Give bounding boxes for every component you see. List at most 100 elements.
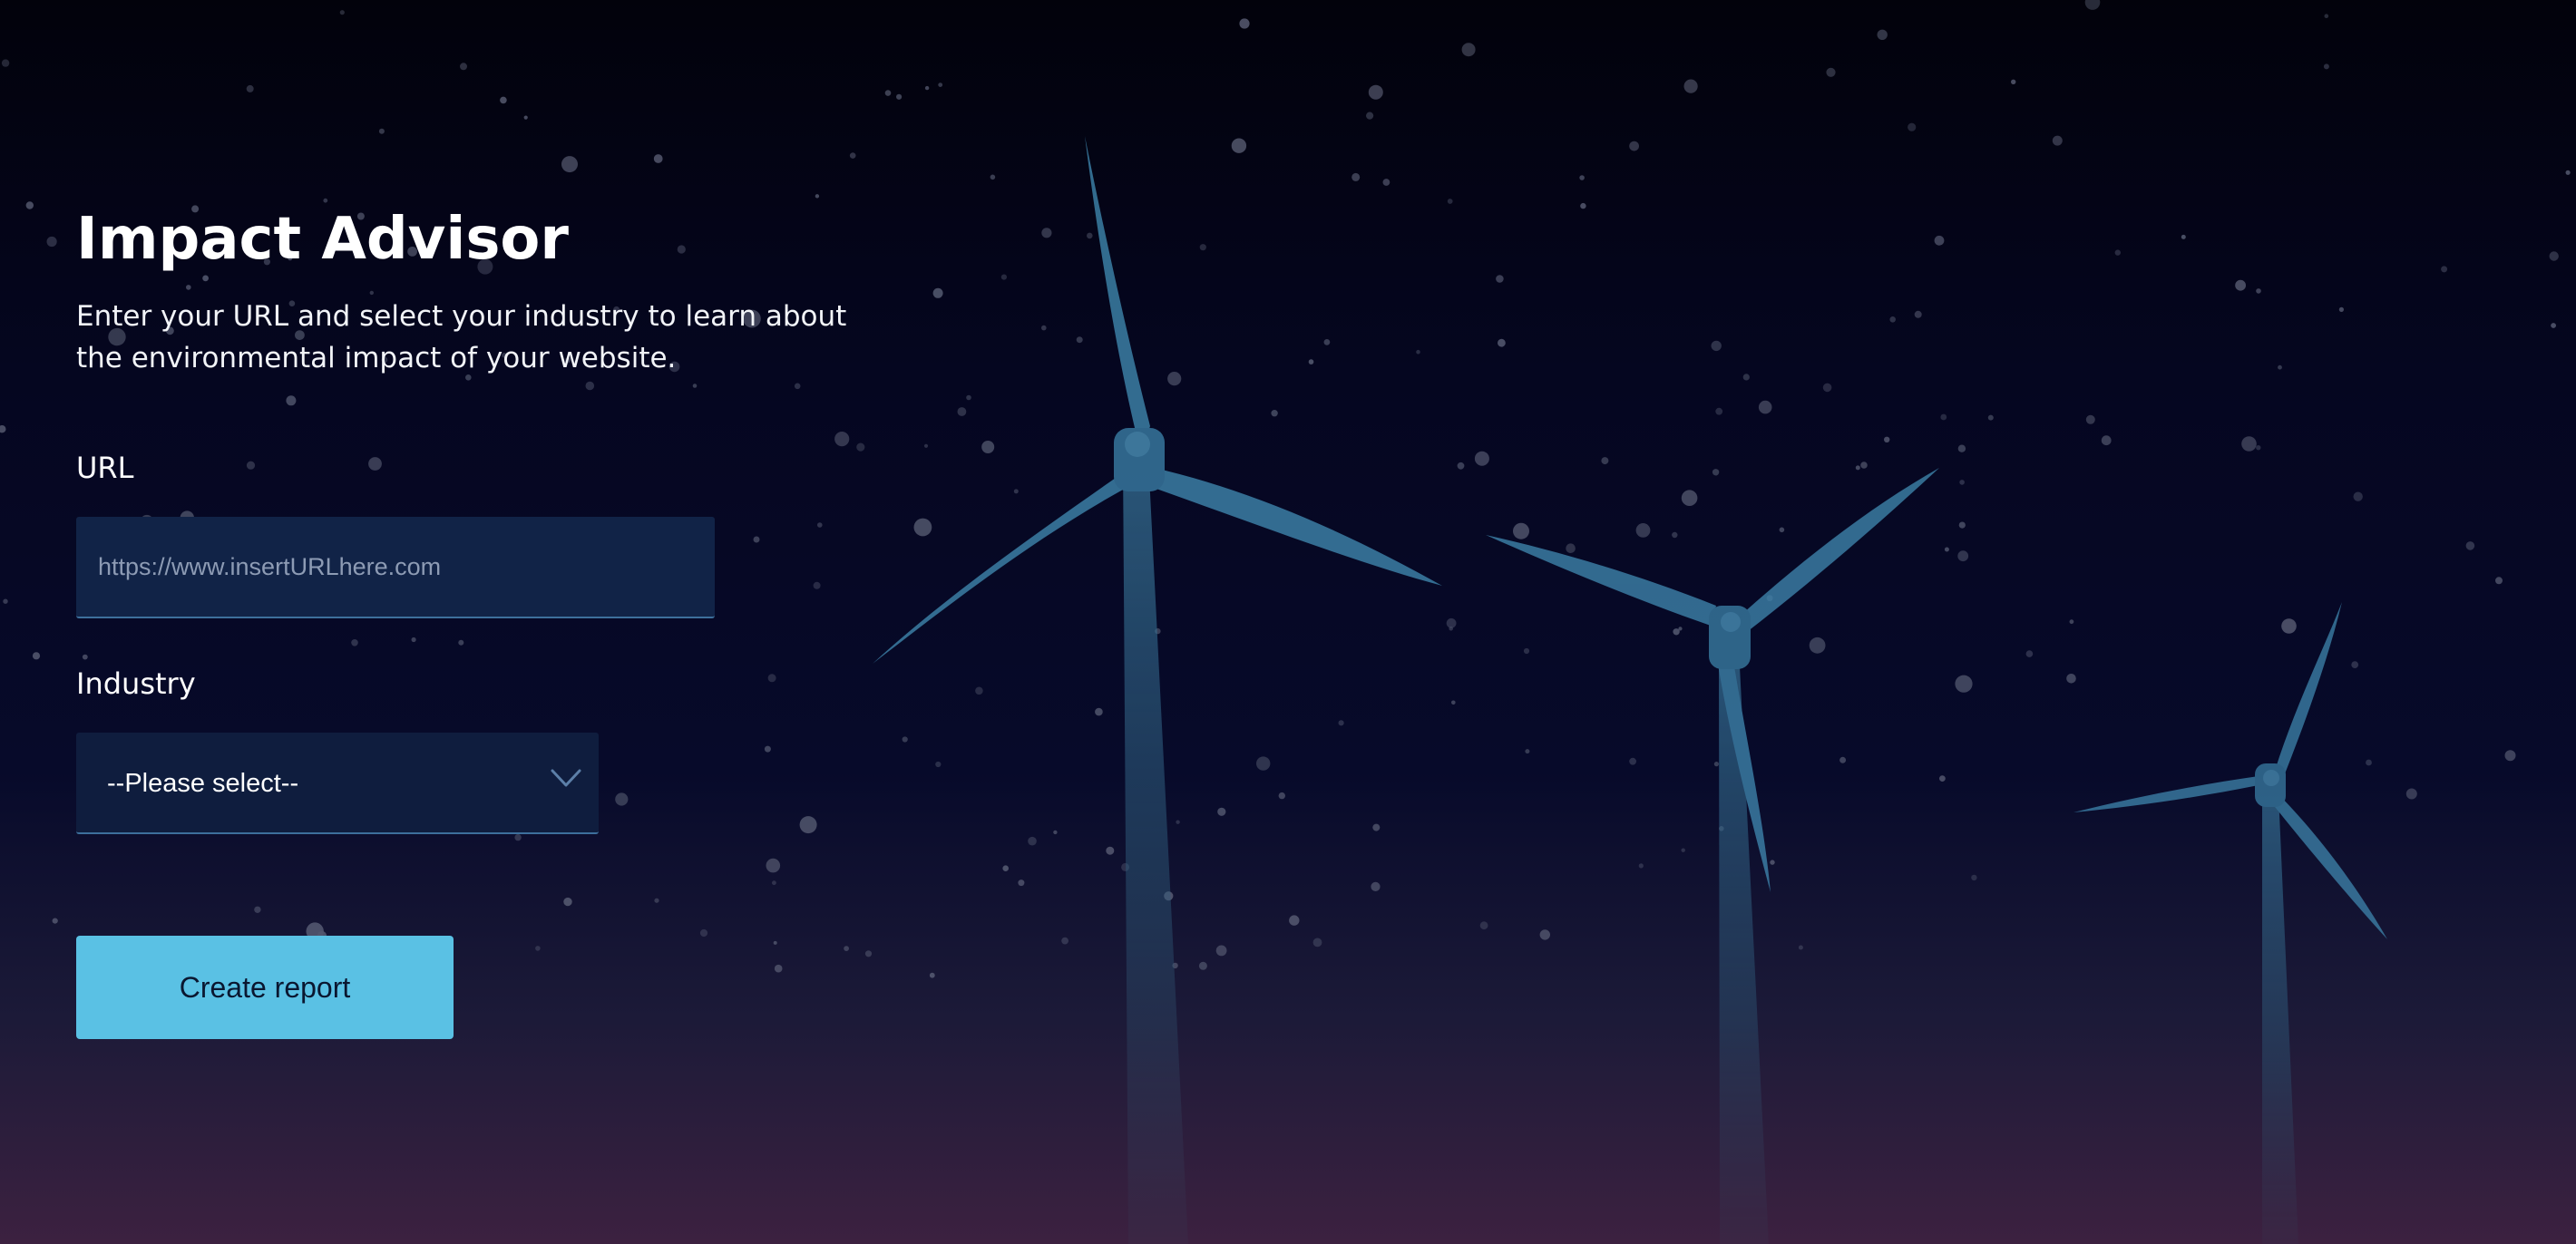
star [46,236,57,248]
star [1957,550,1969,562]
star [615,792,629,806]
star [1955,675,1973,693]
turbine-right [2073,602,2387,1244]
star [2353,491,2363,501]
star [794,383,801,390]
star [653,154,663,163]
star [1371,881,1381,892]
star [1106,846,1115,855]
star [772,880,776,886]
star [458,639,464,646]
star [2504,750,2516,762]
star [990,174,996,180]
star [1002,865,1009,871]
star [1061,937,1068,945]
star [699,928,708,938]
star [1351,172,1361,181]
star [1971,874,1977,881]
star [1712,469,1720,476]
star [1513,522,1529,539]
star [1681,848,1685,852]
star [2278,364,2282,370]
star [774,964,783,973]
star [981,441,995,453]
star [773,940,777,945]
star [1742,374,1750,381]
star [849,152,856,159]
star [1199,244,1206,251]
turbine-middle [1486,468,1939,1244]
star [929,972,935,978]
star [813,581,821,589]
star [339,10,345,15]
star [1987,414,1994,421]
star [2405,788,2417,800]
star [1715,407,1723,415]
star [1076,336,1083,344]
star [923,443,929,448]
industry-select-value: --Please select-- [107,769,299,798]
url-input[interactable] [76,517,715,618]
star [246,461,256,470]
star [1449,627,1453,631]
star [1798,945,1803,950]
star [1416,349,1420,355]
star [2256,288,2261,294]
star [1289,915,1300,926]
star [1,59,10,67]
star [2084,0,2101,10]
star [1087,232,1093,239]
star [1673,628,1680,636]
star [1215,945,1227,957]
create-report-button[interactable]: Create report [76,936,454,1039]
star [2441,266,2448,273]
star [975,686,983,695]
star [523,115,528,120]
star [1770,860,1775,865]
star [938,83,943,87]
star [834,432,850,447]
star [1479,921,1488,930]
star [1957,444,1966,452]
star [913,518,932,537]
star [500,96,507,104]
star [844,946,849,951]
star [1635,523,1651,538]
star [764,745,771,753]
star [1461,43,1476,57]
star [1447,199,1453,204]
star [1231,138,1247,153]
star [1523,647,1530,655]
star [1525,749,1530,754]
star [1809,637,1826,654]
star [1566,543,1576,553]
star [1474,451,1489,466]
star [1713,762,1719,767]
star [2549,251,2559,261]
star [935,761,942,768]
star [2323,63,2329,70]
star [1018,880,1025,887]
star [1638,863,1644,869]
report-form-panel: Impact Advisor Enter your URL and select… [76,201,893,1039]
star [2069,619,2074,625]
industry-label: Industry [76,666,196,701]
star [561,156,578,173]
star [2052,135,2063,146]
star [1629,141,1639,151]
star [1889,316,1896,323]
star [1826,67,1836,77]
star [767,674,776,683]
star [1940,413,1947,421]
star [1601,457,1609,465]
page-title: Impact Advisor [76,206,569,273]
star [1176,820,1180,824]
star [254,906,261,913]
star [286,395,297,406]
industry-select[interactable]: --Please select-- [76,733,599,834]
star [1683,79,1698,93]
star [1908,122,1917,131]
star [2066,674,2076,684]
star [1580,202,1586,209]
star [1822,383,1832,393]
